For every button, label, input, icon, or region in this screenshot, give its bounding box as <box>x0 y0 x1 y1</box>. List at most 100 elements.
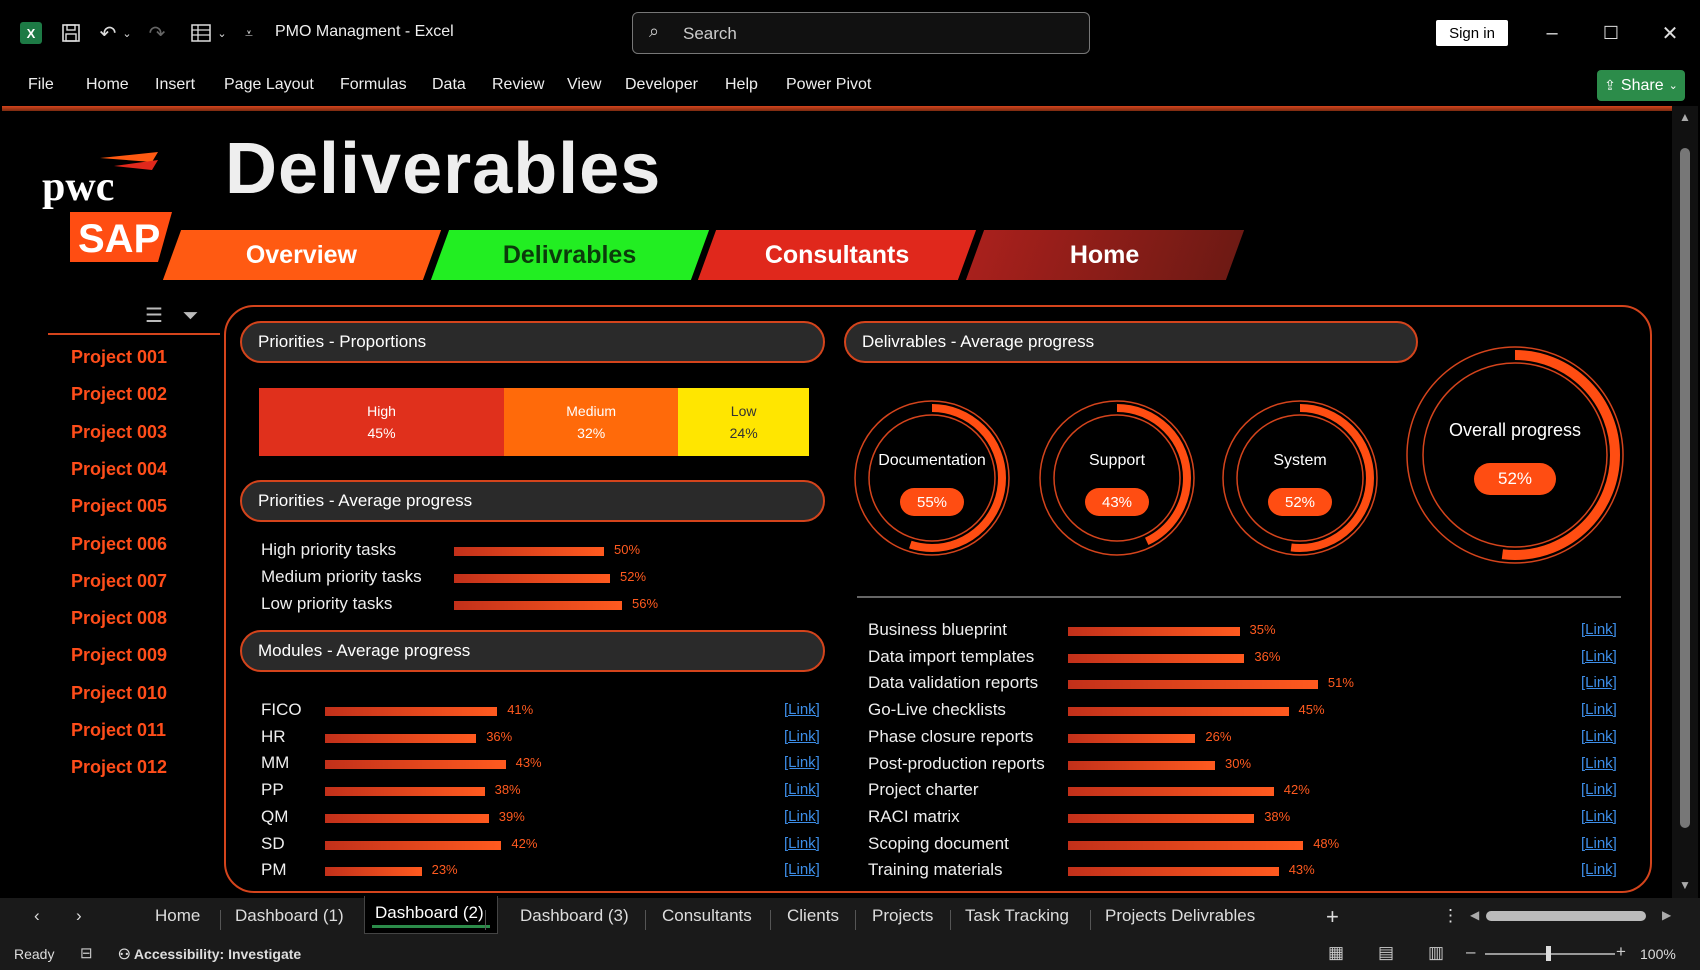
module-row-link[interactable]: [Link] <box>784 728 820 745</box>
deliverable-row-link[interactable]: [Link] <box>1581 808 1617 825</box>
accessibility-status[interactable]: ⚇ Accessibility: Investigate <box>118 946 301 963</box>
project-slicer-item[interactable]: Project 012 <box>71 757 167 778</box>
deliverable-row-link[interactable]: [Link] <box>1581 755 1617 772</box>
table-style-dropdown-icon[interactable]: ⌄ <box>215 18 229 48</box>
deliverable-row-value: 36% <box>1254 648 1281 664</box>
project-slicer-item[interactable]: Project 003 <box>71 422 167 443</box>
project-slicer-item[interactable]: Project 007 <box>71 571 167 592</box>
multi-select-icon[interactable]: ☰ <box>145 305 163 327</box>
deliverable-row-link[interactable]: [Link] <box>1581 835 1617 852</box>
horizontal-scroll-thumb[interactable] <box>1486 911 1646 921</box>
undo-dropdown-icon[interactable]: ⌄ <box>120 18 134 48</box>
close-icon[interactable]: ✕ <box>1650 18 1690 48</box>
menu-formulas[interactable]: Formulas <box>340 76 407 94</box>
scroll-right-icon[interactable]: ▶ <box>1662 908 1671 922</box>
search-input[interactable]: ⌕ Search <box>632 12 1090 54</box>
sheet-tab-clients[interactable]: Clients <box>787 906 839 926</box>
save-icon[interactable] <box>58 18 84 48</box>
project-slicer-item[interactable]: Project 008 <box>71 608 167 629</box>
deliverable-row-link[interactable]: [Link] <box>1581 621 1617 638</box>
nav-tab-delivrables[interactable]: Delivrables <box>430 230 710 280</box>
sheet-tab-consultants[interactable]: Consultants <box>662 906 752 926</box>
sheet-tab-home[interactable]: Home <box>155 906 200 926</box>
project-slicer-item[interactable]: Project 005 <box>71 496 167 517</box>
scroll-down-icon[interactable]: ▼ <box>1679 878 1691 892</box>
sheet-tab-projects[interactable]: Projects <box>872 906 933 926</box>
donut-support-outline <box>1039 400 1195 556</box>
menu-file[interactable]: File <box>28 76 54 94</box>
deliverable-row-link[interactable]: [Link] <box>1581 781 1617 798</box>
project-slicer-item[interactable]: Project 004 <box>71 459 167 480</box>
deliverable-row-label: Project charter <box>868 780 979 800</box>
sign-in-button[interactable]: Sign in <box>1436 20 1508 46</box>
macro-record-icon[interactable]: ⊟ <box>80 944 93 962</box>
zoom-in-icon[interactable]: + <box>1616 942 1626 962</box>
donut-overall-outline <box>1406 346 1624 564</box>
redo-icon[interactable]: ↷ <box>143 18 171 48</box>
scroll-left-icon[interactable]: ◀ <box>1470 908 1479 922</box>
project-slicer-item[interactable]: Project 001 <box>71 347 167 368</box>
menu-insert[interactable]: Insert <box>155 76 195 94</box>
clear-filter-icon[interactable]: ⏷ <box>183 305 199 327</box>
deliverable-row-value: 26% <box>1205 728 1232 744</box>
vertical-scrollbar[interactable]: ▲ ▼ <box>1672 106 1698 898</box>
deliverable-row-label: Data validation reports <box>868 673 1039 693</box>
customize-toolbar-icon[interactable]: ⩡ <box>240 18 258 48</box>
project-slicer-item[interactable]: Project 009 <box>71 645 167 666</box>
project-slicer-item[interactable]: Project 006 <box>71 534 167 555</box>
page-layout-view-icon[interactable]: ▤ <box>1378 943 1394 963</box>
module-row-link[interactable]: [Link] <box>784 835 820 852</box>
project-slicer-item[interactable]: Project 010 <box>71 683 167 704</box>
menu-home[interactable]: Home <box>86 76 129 94</box>
sheet-tab-projects-delivrables[interactable]: Projects Delivrables <box>1105 906 1255 926</box>
sheet-tab-dashboard-2[interactable]: Dashboard (2) <box>375 903 484 923</box>
share-button[interactable]: ⇪ Share ⌄ <box>1597 70 1685 101</box>
nav-tab-consultants[interactable]: Consultants <box>697 230 977 280</box>
nav-tab-home[interactable]: Home <box>965 230 1245 280</box>
deliverable-row-link[interactable]: [Link] <box>1581 861 1617 878</box>
menu-data[interactable]: Data <box>432 76 466 94</box>
horizontal-scrollbar[interactable]: ◀ ▶ <box>1466 908 1676 924</box>
sheet-tab-dashboard-3[interactable]: Dashboard (3) <box>520 906 629 926</box>
table-style-icon[interactable] <box>188 18 214 48</box>
zoom-level[interactable]: 100% <box>1640 946 1676 962</box>
module-row-link[interactable]: [Link] <box>784 701 820 718</box>
menu-review[interactable]: Review <box>492 76 544 94</box>
sheet-tab-dashboard-1[interactable]: Dashboard (1) <box>235 906 344 926</box>
menu-view[interactable]: View <box>567 76 601 94</box>
project-slicer-item[interactable]: Project 002 <box>71 384 167 405</box>
module-row-value: 42% <box>511 835 538 851</box>
zoom-out-icon[interactable]: – <box>1466 942 1475 962</box>
deliverable-row-link[interactable]: [Link] <box>1581 648 1617 665</box>
page-break-view-icon[interactable]: ▥ <box>1428 943 1444 963</box>
module-row-link[interactable]: [Link] <box>784 754 820 771</box>
add-sheet-icon[interactable]: + <box>1326 904 1339 930</box>
module-row-link[interactable]: [Link] <box>784 781 820 798</box>
scroll-up-icon[interactable]: ▲ <box>1679 110 1691 124</box>
proportion-segment-low: Low 24% <box>678 388 809 456</box>
next-sheet-icon[interactable]: › <box>76 906 82 926</box>
menu-help[interactable]: Help <box>725 76 758 94</box>
deliverable-row-link[interactable]: [Link] <box>1581 674 1617 691</box>
normal-view-icon[interactable]: ▦ <box>1328 943 1344 963</box>
menu-power-pivot[interactable]: Power Pivot <box>786 76 871 94</box>
project-slicer-item[interactable]: Project 011 <box>71 720 166 741</box>
sheet-tab-separator <box>1090 910 1091 930</box>
menu-developer[interactable]: Developer <box>625 76 698 94</box>
deliverable-row-link[interactable]: [Link] <box>1581 701 1617 718</box>
undo-icon[interactable]: ↶ <box>94 18 122 48</box>
module-row-label: QM <box>261 806 289 826</box>
more-sheets-icon[interactable]: ⋮ <box>1442 906 1459 926</box>
module-row-bar <box>325 760 506 770</box>
maximize-icon[interactable]: ☐ <box>1591 18 1631 48</box>
minimize-icon[interactable]: – <box>1532 18 1572 48</box>
vertical-scroll-thumb[interactable] <box>1680 148 1690 828</box>
module-row-link[interactable]: [Link] <box>784 808 820 825</box>
zoom-slider-knob[interactable] <box>1546 946 1551 961</box>
deliverable-row-link[interactable]: [Link] <box>1581 728 1617 745</box>
sheet-tab-task-tracking[interactable]: Task Tracking <box>965 906 1069 926</box>
menu-page-layout[interactable]: Page Layout <box>224 76 314 94</box>
prev-sheet-icon[interactable]: ‹ <box>34 906 40 926</box>
nav-tab-overview[interactable]: Overview <box>162 230 442 280</box>
module-row-link[interactable]: [Link] <box>784 861 820 878</box>
